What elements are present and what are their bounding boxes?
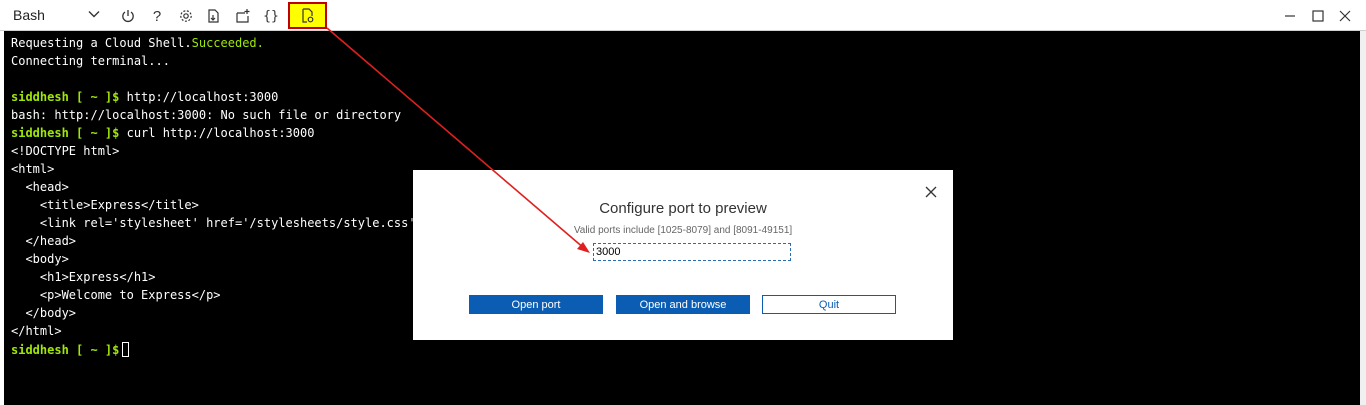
terminal-line: bash: http://localhost:3000: No such fil… — [11, 108, 402, 122]
terminal-text: Requesting a Cloud Shell. — [11, 36, 192, 50]
cloud-shell-toolbar: Bash ? {} — [0, 0, 1366, 31]
port-input[interactable] — [593, 243, 791, 261]
close-icon[interactable] — [1334, 5, 1356, 27]
new-session-icon[interactable] — [232, 5, 254, 27]
braces-glyph: {} — [263, 8, 279, 24]
terminal-line: Connecting terminal... — [11, 54, 170, 68]
terminal-cursor — [122, 342, 130, 357]
terminal-line: <!DOCTYPE html> — [11, 144, 120, 158]
shell-prompt: siddhesh [ ~ ]$ — [11, 343, 120, 357]
terminal-line: <head> — [11, 180, 69, 194]
success-status: Succeeded. — [191, 36, 264, 50]
shell-type-dropdown[interactable]: Bash — [5, 3, 107, 27]
terminal-line: Requesting a Cloud Shell.Succeeded. — [11, 36, 264, 51]
terminal-scrollbar[interactable] — [1360, 31, 1366, 405]
dialog-subtitle: Valid ports include [1025-8079] and [809… — [573, 225, 793, 236]
minimize-icon[interactable] — [1279, 5, 1301, 27]
terminal-command: http://localhost:3000 — [119, 90, 279, 104]
terminal-line: siddhesh [ ~ ]$ curl http://localhost:30… — [11, 126, 314, 141]
upload-download-icon[interactable] — [203, 5, 225, 27]
terminal-line: <body> — [11, 252, 69, 266]
terminal-line: </body> — [11, 306, 77, 320]
terminal-line: <link rel='stylesheet' href='/stylesheet… — [11, 216, 438, 230]
terminal-line: <h1>Express</h1> — [11, 270, 156, 284]
dialog-title: Configure port to preview — [599, 200, 767, 217]
editor-braces-icon[interactable]: {} — [260, 5, 282, 27]
quit-button[interactable]: Quit — [762, 295, 896, 314]
terminal-command: curl http://localhost:3000 — [119, 126, 315, 140]
maximize-icon[interactable] — [1307, 5, 1329, 27]
shell-prompt: siddhesh [ ~ ]$ — [11, 90, 120, 104]
help-glyph: ? — [152, 7, 162, 25]
help-icon[interactable]: ? — [146, 5, 168, 27]
shell-type-label: Bash — [13, 7, 45, 23]
dialog-close-icon[interactable] — [921, 182, 941, 202]
open-and-browse-button[interactable]: Open and browse — [616, 295, 750, 314]
chevron-down-icon — [87, 7, 101, 24]
web-preview-icon[interactable] — [288, 2, 327, 29]
terminal-line: </html> — [11, 324, 62, 338]
power-icon[interactable] — [117, 5, 139, 27]
terminal-line: <p>Welcome to Express</p> — [11, 288, 221, 302]
settings-icon[interactable] — [175, 5, 197, 27]
terminal-line: <title>Express</title> — [11, 198, 199, 212]
terminal-line: <html> — [11, 162, 55, 176]
terminal-line: </head> — [11, 234, 77, 248]
terminal-line: siddhesh [ ~ ]$ — [11, 342, 130, 358]
shell-prompt: siddhesh [ ~ ]$ — [11, 126, 120, 140]
terminal-line: siddhesh [ ~ ]$ http://localhost:3000 — [11, 90, 278, 105]
configure-port-dialog: Configure port to preview Valid ports in… — [413, 170, 953, 340]
open-port-button[interactable]: Open port — [469, 295, 603, 314]
